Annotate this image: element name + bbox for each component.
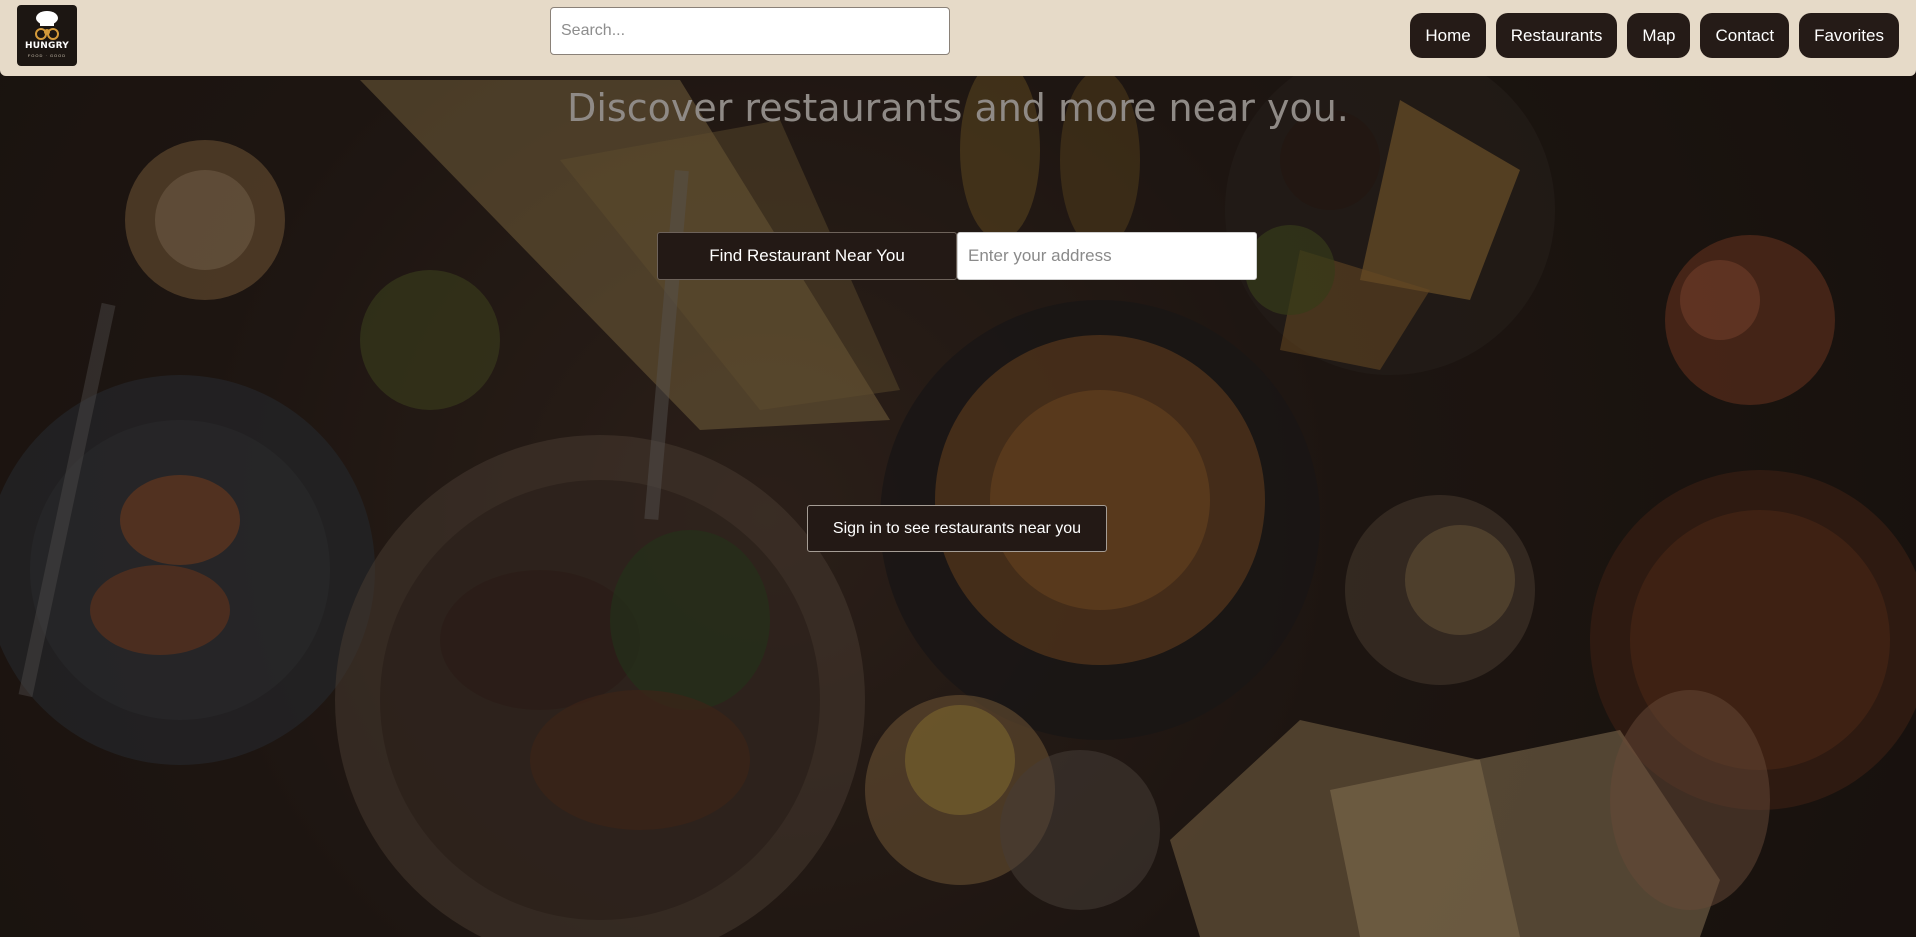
- nav-restaurants-button[interactable]: Restaurants: [1495, 13, 1618, 58]
- nav-favorites-button[interactable]: Favorites: [1799, 13, 1899, 58]
- nav-home-button[interactable]: Home: [1410, 13, 1486, 58]
- logo-text: HUNGRY: [25, 41, 69, 51]
- hungry-logo[interactable]: HUNGRY FOOD · GOOD: [17, 5, 77, 66]
- hero-background-image: [0, 0, 1916, 937]
- hero-dark-overlay: [0, 0, 1916, 937]
- find-restaurant-button[interactable]: Find Restaurant Near You: [657, 232, 957, 280]
- logo-subtext: FOOD · GOOD: [27, 53, 67, 58]
- nav-map-button[interactable]: Map: [1627, 13, 1691, 58]
- top-navbar: HUNGRY FOOD · GOOD Home Restaurants Map …: [0, 0, 1916, 76]
- nav-links: Home Restaurants Map Contact Favorites: [1410, 13, 1899, 58]
- chef-hat-icon: [35, 11, 59, 40]
- sign-in-button[interactable]: Sign in to see restaurants near you: [807, 505, 1107, 552]
- nav-contact-button[interactable]: Contact: [1700, 13, 1790, 58]
- address-input[interactable]: [957, 232, 1257, 280]
- hero-headline: Discover restaurants and more near you.: [567, 86, 1349, 130]
- search-input[interactable]: [550, 7, 950, 55]
